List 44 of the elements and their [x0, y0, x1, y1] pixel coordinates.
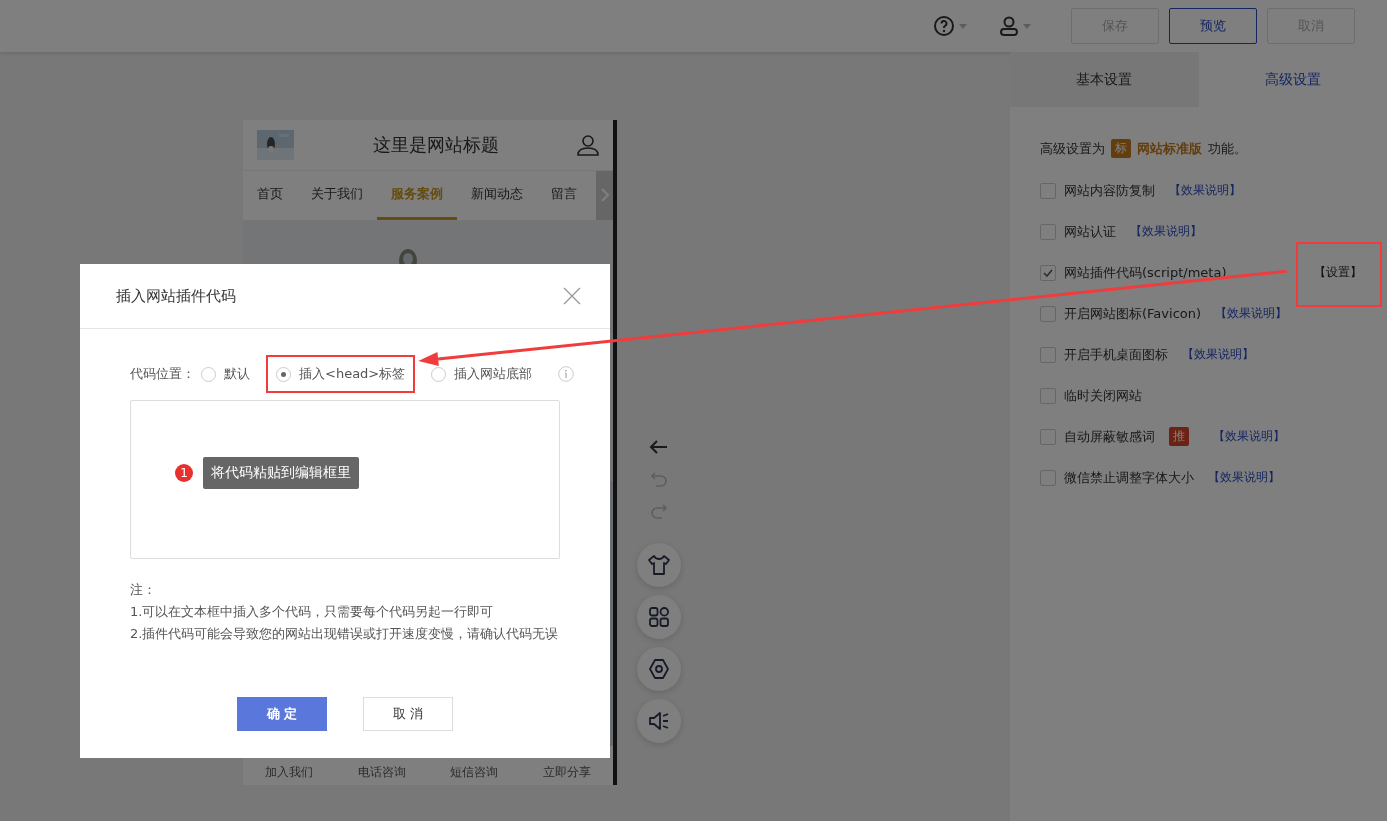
nav-item[interactable]: 关于我们	[297, 171, 377, 220]
option-label: 开启网站图标(Favicon)	[1064, 304, 1202, 323]
option-label: 临时关闭网站	[1064, 386, 1142, 405]
radio-option[interactable]: 插入<head>标签	[276, 365, 406, 383]
option-label: 自动屏蔽敏感词	[1064, 427, 1155, 446]
note-text: 注：	[130, 581, 157, 599]
field-label: 代码位置：	[130, 365, 195, 383]
help-link[interactable]: 【效果说明】	[1213, 428, 1285, 445]
code-input-field[interactable]: 1 将代码粘贴到编辑框里	[130, 400, 560, 559]
help-link[interactable]: 【效果说明】	[1169, 182, 1241, 199]
radio-option[interactable]: 插入网站底部	[431, 365, 533, 383]
nav-item[interactable]: 新闻动态	[457, 171, 537, 220]
radio-option[interactable]: 默认	[201, 365, 250, 383]
help-link[interactable]: 【效果说明】	[1182, 346, 1254, 363]
edition-badge: 标	[1111, 139, 1131, 158]
bottom-nav-item[interactable]: 加入我们	[265, 764, 314, 781]
option-label: 网站插件代码(script/meta)	[1064, 263, 1227, 282]
tooltip: 将代码粘贴到编辑框里	[203, 457, 359, 489]
site-title: 这里是网站标题	[371, 133, 500, 157]
step-badge: 1	[175, 464, 193, 482]
tab[interactable]: 基本设置	[1010, 52, 1199, 107]
bottom-nav-item[interactable]: 短信咨询	[450, 764, 499, 781]
help-link[interactable]: 【效果说明】	[1208, 469, 1280, 486]
cancel-button[interactable]: 取 消	[363, 697, 453, 731]
note-text: 2.插件代码可能会导致您的网站出现错误或打开速度变慢，请确认代码无误	[130, 625, 560, 643]
help-link[interactable]: 【效果说明】	[1130, 223, 1202, 240]
intro-text: 高级设置为	[1040, 139, 1105, 158]
nav-item[interactable]: 首页	[243, 171, 297, 220]
note-text: 1.可以在文本框中插入多个代码，只需要每个代码另起一行即可	[130, 603, 495, 621]
nav-item[interactable]: 留言	[537, 171, 591, 220]
intro-text: 功能。	[1208, 139, 1247, 158]
option-label: 网站认证	[1064, 222, 1116, 241]
bottom-nav-item[interactable]: 电话咨询	[357, 764, 406, 781]
option-label: 微信禁止调整字体大小	[1064, 468, 1194, 487]
toolbar-button[interactable]: 预览	[1169, 8, 1257, 44]
confirm-button[interactable]: 确 定	[237, 697, 327, 731]
help-link[interactable]: 【效果说明】	[1215, 305, 1288, 322]
edition-name: 网站标准版	[1137, 139, 1202, 158]
settings-link[interactable]: 【设置】	[1310, 256, 1367, 289]
dialog-title: 插入网站插件代码	[116, 286, 236, 306]
option-label: 网站内容防复制	[1064, 181, 1155, 200]
bottom-nav-item[interactable]: 立即分享	[542, 764, 591, 781]
recommend-badge: 推	[1169, 427, 1189, 446]
option-label: 开启手机桌面图标	[1064, 345, 1168, 364]
